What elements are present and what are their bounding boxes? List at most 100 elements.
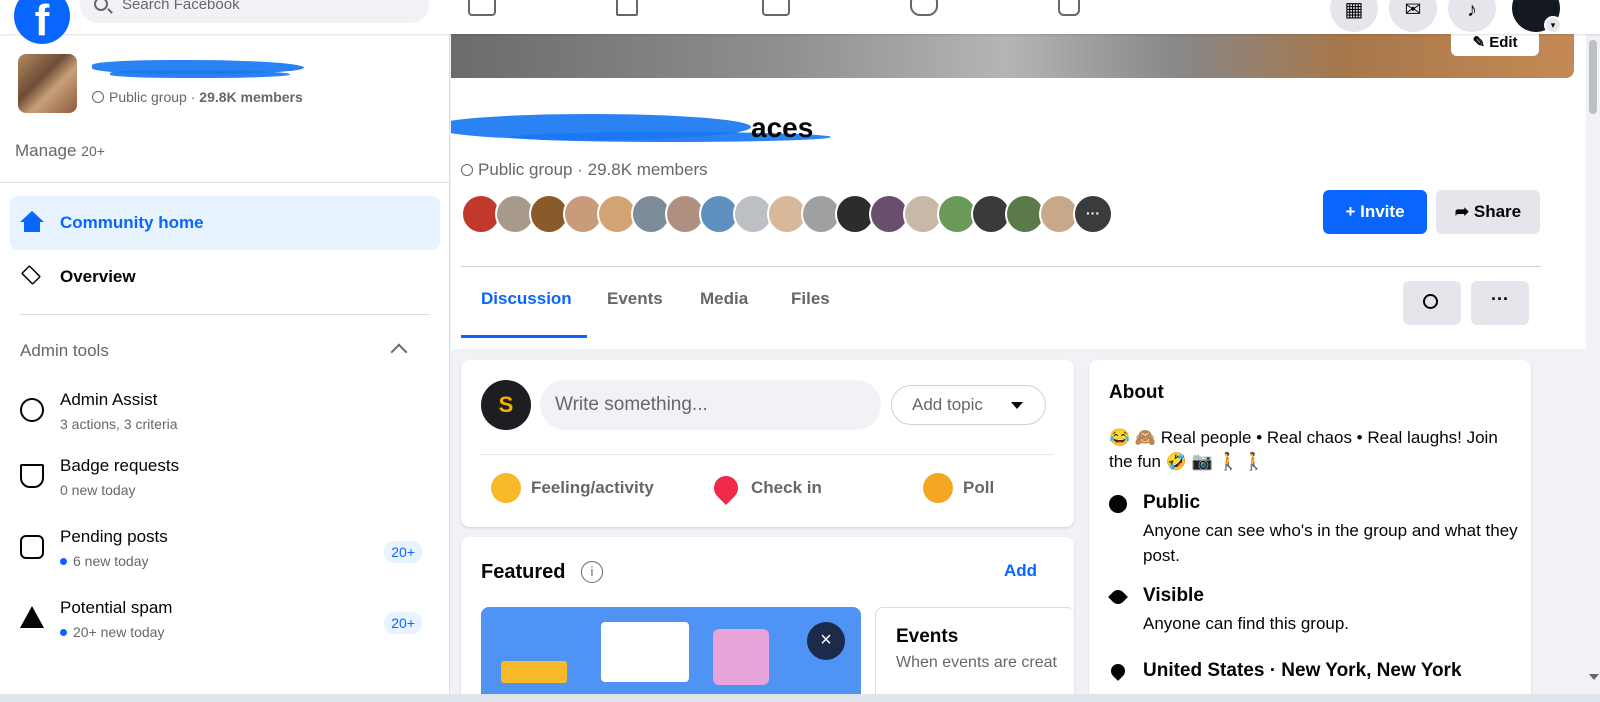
chevron-up-icon[interactable] xyxy=(390,343,408,361)
edit-cover-button[interactable]: ✎ Edit xyxy=(1451,34,1539,56)
search-icon xyxy=(1423,294,1438,309)
search-icon xyxy=(94,0,108,11)
tool-title: Admin Assist xyxy=(60,390,158,409)
admin-tools-header: Admin tools xyxy=(20,341,109,360)
tool-title: Badge requests xyxy=(60,456,180,475)
new-dot xyxy=(60,629,67,636)
sidebar-item-community-home[interactable]: Community home xyxy=(10,196,440,250)
add-topic-dropdown[interactable]: Add topic xyxy=(891,385,1046,425)
illustration-card xyxy=(601,622,689,682)
tool-admin-assist[interactable]: Admin Assist 3 actions, 3 criteria xyxy=(10,384,440,448)
tab-media[interactable]: Media xyxy=(700,289,748,309)
about-card: About 😂 🙈 Real people • Real chaos • Rea… xyxy=(1089,360,1531,694)
share-button[interactable]: ➦ Share xyxy=(1436,190,1540,234)
poll-icon xyxy=(923,473,953,503)
feeling-activity-button[interactable]: Feeling/activity xyxy=(491,473,654,503)
location-pin-icon xyxy=(1108,661,1128,681)
divider xyxy=(20,314,430,315)
action-label: Feeling/activity xyxy=(531,478,654,497)
edit-cover-label: Edit xyxy=(1489,34,1518,51)
tool-subtitle: 3 actions, 3 criteria xyxy=(60,416,178,432)
about-visible: Visible Anyone can find this group. xyxy=(1108,585,1519,637)
featured-illustration xyxy=(481,607,861,694)
poll-button[interactable]: Poll xyxy=(923,473,994,503)
invite-button[interactable]: + Invite xyxy=(1323,190,1427,234)
count-badge: 20+ xyxy=(384,612,422,634)
layers-icon xyxy=(20,264,42,286)
group-privacy-label: Public group · xyxy=(109,89,200,105)
close-icon[interactable]: × xyxy=(807,622,845,660)
group-search-button[interactable] xyxy=(1403,281,1461,325)
featured-section: Featured i Add × Events When events are … xyxy=(461,537,1075,694)
tool-subtitle: 6 new today xyxy=(60,553,149,569)
messenger-icon[interactable]: ✉ xyxy=(1389,0,1437,32)
group-thumbnail[interactable] xyxy=(18,54,77,113)
notifications-bell-icon[interactable]: ♪ xyxy=(1448,0,1496,32)
sidebar-item-overview[interactable]: Overview xyxy=(10,250,440,304)
ads-megaphone-icon[interactable] xyxy=(910,0,938,16)
admin-assist-icon xyxy=(20,398,44,422)
about-location: United States · New York, New York xyxy=(1108,660,1519,690)
share-label: Share xyxy=(1473,202,1522,221)
eye-icon xyxy=(1108,587,1128,607)
search-input[interactable]: Search Facebook xyxy=(80,0,429,23)
cover-photo xyxy=(451,34,1574,78)
tab-events[interactable]: Events xyxy=(607,289,663,309)
divider xyxy=(0,182,449,183)
bottom-edge xyxy=(0,694,1600,702)
about-description: 😂 🙈 Real people • Real chaos • Real laug… xyxy=(1109,428,1498,471)
chevron-down-icon: ▾ xyxy=(1544,16,1562,34)
group-main-content: ✎ Edit aces Public group · 29.8K members… xyxy=(451,34,1586,694)
group-meta: Public group · 29.8K members xyxy=(461,160,708,180)
count-badge: 20+ xyxy=(384,541,422,563)
badge-icon xyxy=(20,464,44,488)
divider xyxy=(461,266,1541,267)
events-card-title: Events xyxy=(896,626,959,647)
info-icon[interactable]: i xyxy=(581,561,603,583)
scrollbar-thumb[interactable] xyxy=(1589,40,1597,114)
page-scrollbar[interactable] xyxy=(1586,34,1600,694)
group-title-fragment: aces xyxy=(751,112,814,143)
illustration-tag xyxy=(501,661,567,683)
sidebar-item-label: Community home xyxy=(60,213,204,232)
marketplace-icon[interactable] xyxy=(762,0,790,16)
more-members-icon[interactable]: ··· xyxy=(1073,194,1113,234)
about-public: Public Anyone can see who's in the group… xyxy=(1109,492,1519,565)
tab-files[interactable]: Files xyxy=(791,289,830,309)
home-nav-icon[interactable] xyxy=(468,0,496,16)
apps-menu-icon[interactable]: ▦ xyxy=(1330,0,1378,32)
globe-icon xyxy=(92,91,104,103)
tool-badge-requests[interactable]: Badge requests 0 new today xyxy=(10,450,440,514)
my-avatar[interactable]: S xyxy=(481,380,531,430)
account-avatar[interactable]: ▾ xyxy=(1512,0,1562,34)
write-post-input[interactable]: Write something... xyxy=(540,380,881,430)
smiley-icon xyxy=(491,473,521,503)
video-icon[interactable] xyxy=(1058,0,1080,16)
post-composer: S Write something... Add topic Feeling/a… xyxy=(461,360,1074,527)
group-admin-sidebar: Public group · 29.8K members Manage 20+ … xyxy=(0,34,450,694)
check-in-button[interactable]: Check in xyxy=(709,471,822,505)
scroll-down-arrow-icon[interactable] xyxy=(1589,674,1599,680)
group-meta-text: Public group · 29.8K members xyxy=(478,160,708,179)
tool-subtitle: 20+ new today xyxy=(60,624,164,640)
pages-flag-icon[interactable] xyxy=(616,0,638,16)
more-options-button[interactable]: ··· xyxy=(1471,281,1529,325)
about-title: About xyxy=(1109,382,1164,403)
active-tab-indicator xyxy=(461,335,587,338)
tool-subtitle: 0 new today xyxy=(60,482,136,498)
events-featured-card[interactable]: Events When events are creat xyxy=(875,607,1075,694)
group-privacy-meta: Public group · 29.8K members xyxy=(92,89,303,105)
tool-title: Pending posts xyxy=(60,527,168,546)
sidebar-item-label: Overview xyxy=(60,267,136,286)
divider xyxy=(481,454,1054,455)
location-pin-icon xyxy=(709,471,743,505)
new-dot xyxy=(60,558,67,565)
home-icon xyxy=(20,211,44,233)
tool-potential-spam[interactable]: Potential spam 20+ new today 20+ xyxy=(10,592,440,656)
globe-icon xyxy=(1109,495,1127,513)
featured-add-link[interactable]: Add xyxy=(1004,561,1037,581)
group-header: ✎ Edit aces Public group · 29.8K members… xyxy=(451,34,1586,349)
tool-subtitle-text: 6 new today xyxy=(73,553,149,569)
tool-pending-posts[interactable]: Pending posts 6 new today 20+ xyxy=(10,521,440,585)
tab-discussion[interactable]: Discussion xyxy=(481,289,572,309)
